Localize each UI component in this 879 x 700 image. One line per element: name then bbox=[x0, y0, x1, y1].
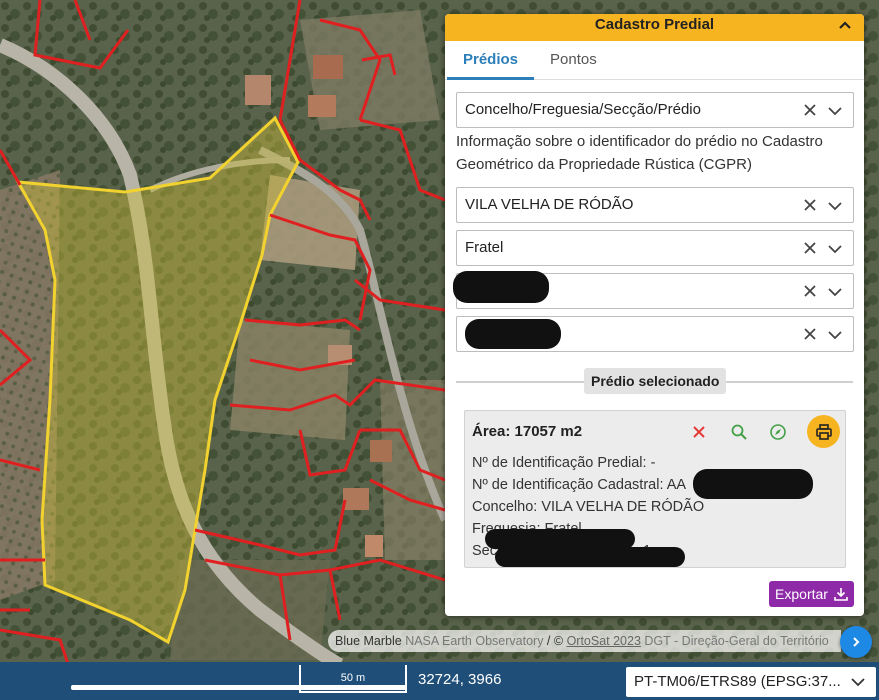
redaction-mark bbox=[465, 319, 561, 349]
selected-section-label: Prédio selecionado bbox=[584, 368, 727, 394]
chevron-down-icon[interactable] bbox=[827, 241, 843, 257]
panel-title: Cadastro Predial bbox=[594, 16, 715, 33]
navigate-button[interactable] bbox=[768, 422, 788, 442]
chevron-right-icon bbox=[853, 637, 860, 647]
concelho-line: Concelho: VILA VELHA DE RÓDÃO bbox=[472, 499, 705, 515]
attr-sep: / © bbox=[543, 634, 567, 648]
clear-icon[interactable] bbox=[802, 240, 818, 256]
concelho-select[interactable]: VILA VELHA DE RÓDÃO bbox=[456, 187, 854, 223]
redaction-mark bbox=[495, 547, 685, 567]
crs-select[interactable]: PT-TM06/ETRS89 (EPSG:37... bbox=[626, 667, 876, 697]
zoom-to-button[interactable] bbox=[729, 422, 749, 442]
clear-icon[interactable] bbox=[802, 326, 818, 342]
crs-value: PT-TM06/ETRS89 (EPSG:37... bbox=[634, 673, 841, 690]
attr-blue-marble: Blue Marble bbox=[335, 634, 402, 648]
clear-icon[interactable] bbox=[802, 283, 818, 299]
area-value: Área: 17057 m2 bbox=[472, 423, 583, 440]
attr-nasa-link[interactable]: NASA Earth Observatory bbox=[405, 634, 543, 648]
export-label: Exportar bbox=[775, 586, 828, 602]
deselect-button[interactable] bbox=[689, 422, 709, 442]
chevron-down-icon[interactable] bbox=[850, 674, 866, 690]
selected-predio-card: Área: 17057 m2 Nº de Identificação Predi… bbox=[464, 410, 846, 568]
search-icon bbox=[731, 424, 747, 440]
search-type-value: Concelho/Freguesia/Secção/Prédio bbox=[465, 101, 701, 118]
attr-ortosat-link[interactable]: OrtoSat 2023 bbox=[567, 634, 641, 648]
id-cadastral: Nº de Identificação Cadastral: AA bbox=[472, 477, 687, 493]
chevron-down-icon[interactable] bbox=[827, 327, 843, 343]
id-predial: Nº de Identificação Predial: - bbox=[472, 455, 656, 471]
panel-header: Cadastro Predial bbox=[445, 14, 864, 41]
export-button[interactable]: Exportar bbox=[769, 581, 854, 607]
redaction-mark bbox=[453, 271, 549, 303]
map-attribution: Blue Marble NASA Earth Observatory / © O… bbox=[328, 630, 841, 652]
chevron-up-icon bbox=[839, 21, 851, 29]
redaction-mark bbox=[485, 529, 635, 549]
tabs: Prédios Pontos bbox=[445, 41, 864, 80]
chevron-down-icon[interactable] bbox=[827, 198, 843, 214]
attribution-toggle-button[interactable] bbox=[840, 626, 872, 658]
clear-icon[interactable] bbox=[802, 197, 818, 213]
info-text: Informação sobre o identificador do préd… bbox=[456, 133, 823, 173]
bottom-bar: 50 m 32724, 3966 PT-TM06/ETRS89 (EPSG:37… bbox=[0, 662, 879, 700]
search-type-select[interactable]: Concelho/Freguesia/Secção/Prédio bbox=[456, 92, 854, 128]
concelho-value: VILA VELHA DE RÓDÃO bbox=[465, 196, 634, 213]
collapse-button[interactable] bbox=[836, 16, 854, 34]
printer-icon bbox=[815, 423, 832, 440]
cadastro-panel: Cadastro Predial Prédios Pontos Concelho… bbox=[445, 14, 864, 616]
tab-predios[interactable]: Prédios bbox=[447, 41, 535, 80]
coordinates-readout: 32724, 3966 bbox=[418, 671, 502, 688]
tab-pontos[interactable]: Pontos bbox=[534, 41, 613, 80]
chevron-down-icon[interactable] bbox=[827, 103, 843, 119]
freguesia-value: Fratel bbox=[465, 239, 504, 256]
close-icon bbox=[693, 426, 705, 438]
download-icon bbox=[834, 588, 848, 601]
attr-dgt: DGT - Direção-Geral do Território bbox=[640, 634, 829, 648]
freguesia-select[interactable]: Fratel bbox=[456, 230, 854, 266]
clear-icon[interactable] bbox=[802, 102, 818, 118]
print-button[interactable] bbox=[807, 415, 840, 448]
scale-label: 50 m bbox=[299, 665, 407, 693]
compass-icon bbox=[770, 424, 786, 440]
redaction-mark bbox=[693, 469, 813, 499]
chevron-down-icon[interactable] bbox=[827, 284, 843, 300]
